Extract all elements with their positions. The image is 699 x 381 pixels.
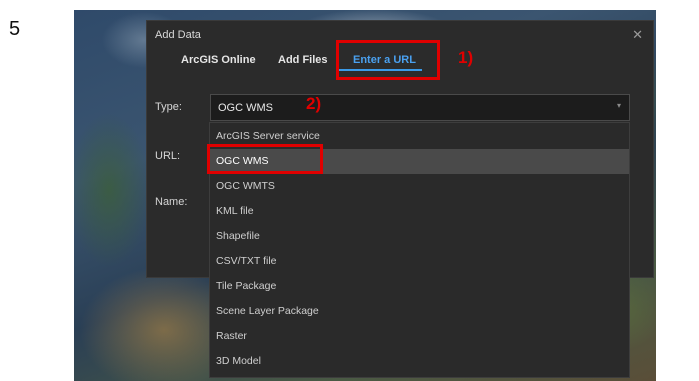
option-shapefile[interactable]: Shapefile	[210, 224, 629, 249]
close-icon[interactable]: ✕	[632, 27, 643, 43]
option-tile-package[interactable]: Tile Package	[210, 274, 629, 299]
type-label: Type:	[155, 101, 182, 113]
name-label: Name:	[155, 196, 188, 208]
type-select-value: OGC WMS	[218, 102, 273, 114]
option-kml-file[interactable]: KML file	[210, 199, 629, 224]
option-ogc-wmts[interactable]: OGC WMTS	[210, 174, 629, 199]
option-arcgis-server-service[interactable]: ArcGIS Server service	[210, 124, 629, 149]
type-select[interactable]: OGC WMS ▾	[210, 94, 630, 121]
tab-add-files[interactable]: Add Files	[278, 54, 328, 66]
option-ogc-wms[interactable]: OGC WMS	[210, 149, 629, 174]
active-tab-underline	[338, 69, 422, 71]
tab-enter-a-url[interactable]: Enter a URL	[353, 54, 416, 66]
option-scene-layer-package[interactable]: Scene Layer Package	[210, 299, 629, 324]
url-label: URL:	[155, 150, 181, 162]
callout-2: 2)	[306, 94, 322, 113]
option-3d-model[interactable]: 3D Model	[210, 349, 629, 374]
tab-arcgis-online[interactable]: ArcGIS Online	[181, 54, 256, 66]
type-dropdown-list: ArcGIS Server service OGC WMS OGC WMTS K…	[209, 122, 630, 378]
option-csv-txt-file[interactable]: CSV/TXT file	[210, 249, 629, 274]
chevron-down-icon: ▾	[616, 101, 621, 110]
option-raster[interactable]: Raster	[210, 324, 629, 349]
dialog-title: Add Data	[155, 29, 201, 41]
step-number: 5	[9, 18, 21, 40]
callout-1: 1)	[458, 48, 474, 67]
